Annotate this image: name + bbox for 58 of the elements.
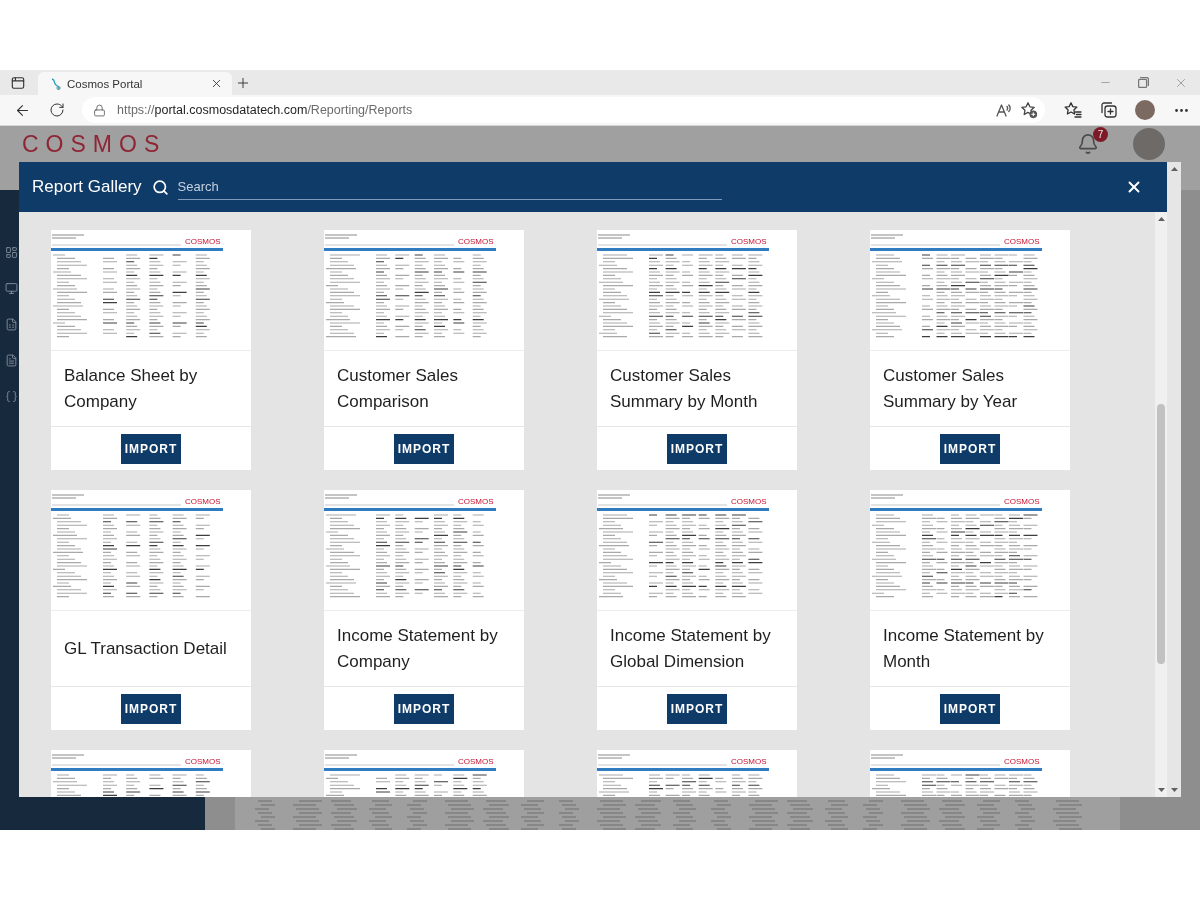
document-icon[interactable] — [5, 354, 18, 367]
import-button[interactable]: IMPORT — [666, 693, 728, 724]
report-title: Customer Sales Comparison — [324, 350, 524, 427]
refresh-icon[interactable] — [49, 102, 65, 118]
report-title: Customer Sales Summary by Year — [870, 350, 1070, 427]
scrollbar[interactable] — [1155, 212, 1167, 797]
report-logo: COSMOS — [1004, 237, 1040, 246]
report-logo: COSMOS — [731, 497, 767, 506]
import-button[interactable]: IMPORT — [393, 693, 455, 724]
import-button[interactable]: IMPORT — [393, 433, 455, 464]
report-logo: COSMOS — [458, 497, 494, 506]
restore-icon[interactable] — [1137, 77, 1149, 88]
report-logo: COSMOS — [185, 497, 221, 506]
close-icon[interactable] — [210, 77, 223, 90]
favorites-icon[interactable] — [1064, 101, 1082, 119]
address-url[interactable]: https://portal.cosmosdatatech.com/Reporting/Reports — [117, 103, 413, 117]
notification-badge: 7 — [1093, 127, 1108, 142]
import-button[interactable]: IMPORT — [939, 433, 1001, 464]
report-logo: COSMOS — [1004, 497, 1040, 506]
dialog-title: Report Gallery — [32, 177, 142, 197]
import-button[interactable]: IMPORT — [120, 693, 182, 724]
search-icon[interactable] — [151, 178, 169, 196]
report-logo: COSMOS — [185, 237, 221, 246]
swirl-icon — [50, 77, 62, 90]
collections-icon[interactable] — [1100, 101, 1118, 119]
read-aloud-icon[interactable] — [995, 101, 1012, 119]
dashboard-icon[interactable] — [5, 246, 18, 259]
spreadsheet-icon[interactable] — [5, 318, 18, 331]
scrollbar[interactable] — [1167, 162, 1181, 797]
report-title: Customer Sales Summary by Month — [597, 350, 797, 427]
import-button[interactable]: IMPORT — [939, 693, 1001, 724]
report-logo: COSMOS — [731, 237, 767, 246]
scroll-up-icon[interactable] — [1157, 217, 1165, 221]
report-logo: COSMOS — [731, 757, 767, 766]
scroll-up-icon[interactable] — [1170, 167, 1178, 171]
report-title: Income Statement by Company — [324, 610, 524, 687]
lock-icon[interactable] — [93, 103, 106, 117]
close-icon[interactable] — [1125, 178, 1143, 196]
address-bar[interactable]: https://portal.cosmosdatatech.com/Reporting/Reports — [82, 97, 1045, 123]
brand-logo: COSMOS — [22, 132, 167, 156]
report-title: Income Statement by Month — [870, 610, 1070, 687]
report-title: GL Transaction Detail — [51, 610, 251, 687]
report-logo: COSMOS — [185, 757, 221, 766]
import-button[interactable]: IMPORT — [120, 433, 182, 464]
tab-actions-icon[interactable] — [11, 75, 25, 90]
braces-icon[interactable] — [5, 390, 18, 403]
report-logo: COSMOS — [458, 237, 494, 246]
report-logo: COSMOS — [458, 757, 494, 766]
import-button[interactable]: IMPORT — [666, 433, 728, 464]
report-logo: COSMOS — [1004, 757, 1040, 766]
bell-icon[interactable] — [1077, 133, 1099, 155]
profile-avatar[interactable] — [1135, 100, 1155, 120]
monitor-icon[interactable] — [5, 282, 18, 295]
search-field[interactable]: Search — [177, 174, 722, 200]
scrollbar-thumb[interactable] — [1157, 404, 1165, 664]
favorite-add-icon[interactable] — [1020, 101, 1038, 119]
report-title: Balance Sheet by Company — [51, 350, 251, 427]
report-title: Income Statement by Global Dimension — [597, 610, 797, 687]
